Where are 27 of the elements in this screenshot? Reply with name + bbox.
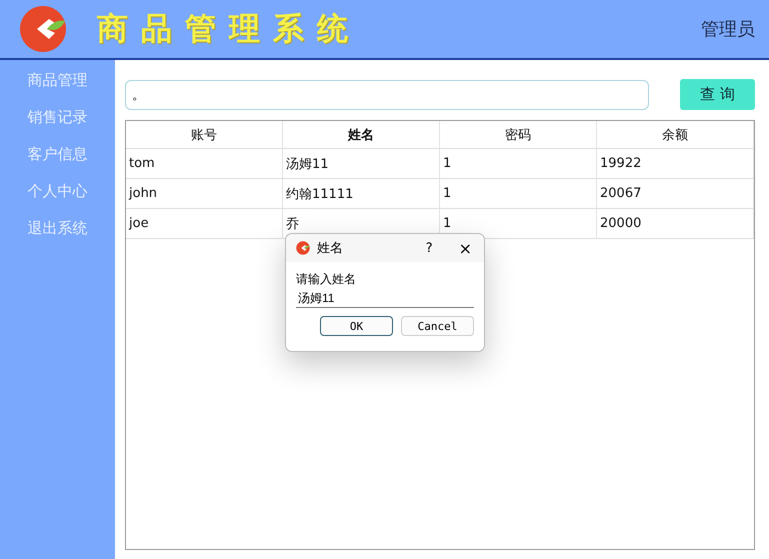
logo-icon	[296, 241, 310, 255]
table-cell: john	[126, 179, 283, 208]
user-label: 管理员	[701, 18, 755, 41]
prompt-label: 请输入姓名	[296, 271, 357, 288]
table-cell: 20067	[597, 179, 754, 208]
table-cell: joe	[126, 209, 283, 238]
column-header[interactable]: 账号	[126, 121, 283, 148]
column-header[interactable]: 姓名	[283, 121, 440, 148]
table-cell: 约翰11111	[283, 179, 440, 208]
cancel-button[interactable]: Cancel	[401, 316, 474, 336]
help-button[interactable]: ?	[422, 240, 437, 256]
table-cell: 1	[440, 179, 597, 208]
ok-button[interactable]: OK	[320, 316, 393, 336]
column-header[interactable]: 密码	[440, 121, 597, 148]
query-button[interactable]: 查 询	[680, 79, 755, 110]
logo-icon	[19, 5, 67, 53]
column-header[interactable]: 余额	[597, 121, 754, 148]
table-cell: 汤姆11	[283, 149, 440, 178]
dialog-title: 姓名	[317, 240, 343, 257]
name-input-field[interactable]: 汤姆11	[296, 290, 474, 308]
table-cell: 20000	[597, 209, 754, 238]
table-cell: 19922	[597, 149, 754, 178]
close-button[interactable]: ×	[454, 238, 476, 258]
table-cell: tom	[126, 149, 283, 178]
search-field[interactable]: 。	[125, 80, 649, 110]
app-title: 商品管理系统	[97, 10, 361, 49]
table-cell: 1	[440, 149, 597, 178]
